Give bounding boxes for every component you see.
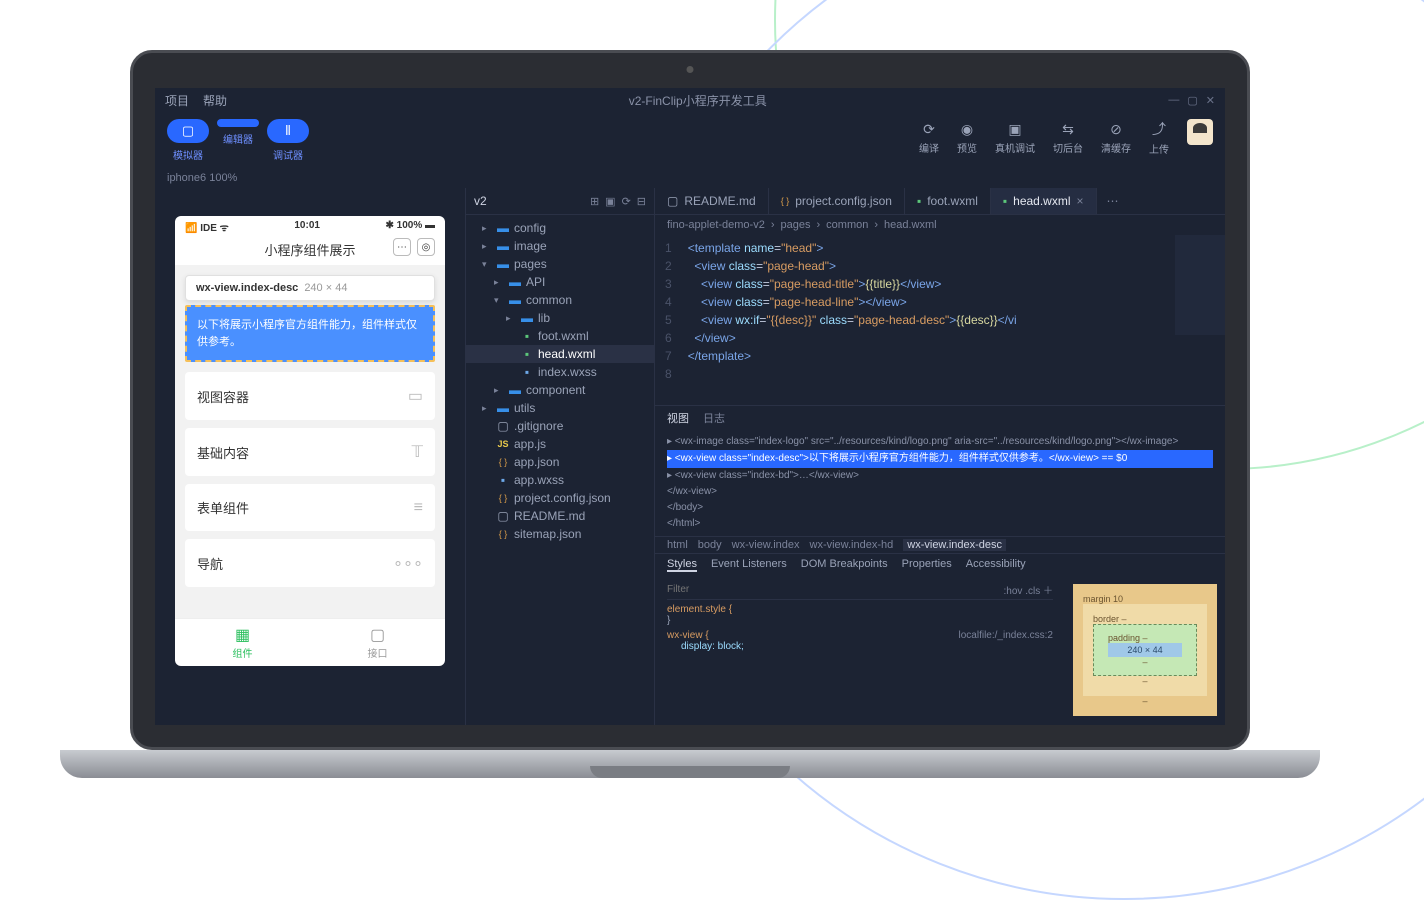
editor-tab[interactable]: ▪head.wxml×: [991, 188, 1097, 214]
editor-tab[interactable]: ▢README.md: [655, 188, 769, 214]
phone-card-2[interactable]: 表单组件≡: [185, 484, 435, 531]
devtools-tab[interactable]: 视图: [667, 410, 689, 426]
dom-inspector[interactable]: ▸ <wx-image class="index-logo" src="../r…: [655, 430, 1225, 536]
phone-tab-api[interactable]: ▢接口: [310, 619, 445, 666]
toolbar-left-0[interactable]: ▢: [167, 119, 209, 143]
tree-item[interactable]: JSapp.js: [466, 435, 654, 453]
tree-item[interactable]: ▸▬config: [466, 219, 654, 237]
breadcrumb: fino-applet-demo-v2›pages›common›head.wx…: [655, 215, 1225, 235]
file-tree[interactable]: ▸▬config▸▬image▾▬pages▸▬API▾▬common▸▬lib…: [466, 215, 654, 547]
new-file-icon[interactable]: ⊞: [590, 195, 599, 208]
phone-card-3[interactable]: 导航∘∘∘: [185, 539, 435, 587]
editor-pane: ▢README.md{ }project.config.json▪foot.wx…: [655, 188, 1225, 725]
tree-item[interactable]: ▸▬lib: [466, 309, 654, 327]
phone-frame: 📶 IDE ᯤ 10:01 ✱ 100% ▬ 小程序组件展示 ⋯ ◎: [175, 216, 445, 666]
devtools-subtab[interactable]: Accessibility: [966, 558, 1026, 572]
status-time: 10:01: [294, 220, 320, 234]
target-icon[interactable]: ◎: [417, 238, 435, 256]
phone-tab-components[interactable]: ▦组件: [175, 619, 310, 666]
tree-item[interactable]: ▸▬component: [466, 381, 654, 399]
tree-root[interactable]: v2: [474, 194, 590, 208]
menu-project[interactable]: 项目: [165, 92, 189, 109]
avatar[interactable]: [1187, 119, 1213, 145]
toolbar-right-5[interactable]: ⤴上传: [1149, 119, 1169, 156]
device-info: iphone6 100%: [155, 168, 1225, 188]
tree-item[interactable]: ▪foot.wxml: [466, 327, 654, 345]
dom-breadcrumb[interactable]: htmlbodywx-view.indexwx-view.index-hdwx-…: [655, 536, 1225, 554]
minimize-icon[interactable]: —: [1168, 94, 1179, 107]
toolbar: ▢模拟器编辑器⫴调试器 ⟳编译◉预览▣真机调试⇆切后台⊘清缓存⤴上传: [155, 113, 1225, 168]
refresh-icon[interactable]: ⟳: [622, 195, 631, 208]
tree-item[interactable]: ▸▬API: [466, 273, 654, 291]
tree-item[interactable]: ▸▬utils: [466, 399, 654, 417]
tree-item[interactable]: ▾▬pages: [466, 255, 654, 273]
toolbar-right-1[interactable]: ◉预览: [957, 121, 977, 155]
devtools: 视图日志 ▸ <wx-image class="index-logo" src=…: [655, 405, 1225, 725]
maximize-icon[interactable]: ▢: [1187, 94, 1197, 107]
devtools-tab[interactable]: 日志: [703, 410, 725, 426]
toolbar-right-3[interactable]: ⇆切后台: [1053, 121, 1083, 155]
new-folder-icon[interactable]: ▣: [605, 195, 615, 208]
toolbar-right-4[interactable]: ⊘清缓存: [1101, 121, 1131, 155]
tree-item[interactable]: ▪index.wxss: [466, 363, 654, 381]
devtools-subtab[interactable]: Styles: [667, 558, 697, 572]
devtools-subtab[interactable]: Event Listeners: [711, 558, 787, 572]
tabs-more-icon[interactable]: ⋯: [1097, 188, 1129, 214]
toolbar-right-2[interactable]: ▣真机调试: [995, 121, 1035, 155]
box-model: margin 10 border – padding – 240 × 44 –: [1065, 576, 1225, 725]
editor-tab[interactable]: { }project.config.json: [769, 188, 905, 214]
window-title: v2-FinClip小程序开发工具: [241, 92, 1154, 109]
status-signal: 📶 IDE ᯤ: [185, 220, 229, 234]
tree-item[interactable]: { }sitemap.json: [466, 525, 654, 543]
editor-tabs: ▢README.md{ }project.config.json▪foot.wx…: [655, 188, 1225, 215]
inspect-tooltip: wx-view.index-desc240 × 44: [185, 275, 435, 301]
ide-screen: 项目 帮助 v2-FinClip小程序开发工具 — ▢ ✕ ▢模拟器编辑器⫴调试…: [155, 88, 1225, 725]
more-icon[interactable]: ⋯: [393, 238, 411, 256]
phone-card-0[interactable]: 视图容器▭: [185, 372, 435, 420]
close-icon[interactable]: ✕: [1206, 94, 1215, 107]
phone-title: 小程序组件展示: [264, 243, 355, 258]
tree-item[interactable]: ▢README.md: [466, 507, 654, 525]
styles-filter-actions[interactable]: :hov .cls ＋: [1004, 582, 1053, 597]
tree-item[interactable]: ▢.gitignore: [466, 417, 654, 435]
tree-item[interactable]: { }project.config.json: [466, 489, 654, 507]
tree-item[interactable]: ▸▬image: [466, 237, 654, 255]
toolbar-left-1[interactable]: [217, 119, 259, 127]
devtools-subtab[interactable]: DOM Breakpoints: [801, 558, 888, 572]
simulator-pane: 📶 IDE ᯤ 10:01 ✱ 100% ▬ 小程序组件展示 ⋯ ◎: [155, 188, 465, 725]
editor-tab[interactable]: ▪foot.wxml: [905, 188, 991, 214]
toolbar-left-2[interactable]: ⫴: [267, 119, 309, 143]
status-battery: ✱ 100% ▬: [385, 220, 435, 234]
laptop-frame: 项目 帮助 v2-FinClip小程序开发工具 — ▢ ✕ ▢模拟器编辑器⫴调试…: [130, 50, 1250, 770]
menu-bar: 项目 帮助 v2-FinClip小程序开发工具 — ▢ ✕: [155, 88, 1225, 113]
tree-item[interactable]: ▪head.wxml: [466, 345, 654, 363]
highlighted-element[interactable]: 以下将展示小程序官方组件能力，组件样式仅供参考。: [185, 305, 435, 362]
tree-item[interactable]: { }app.json: [466, 453, 654, 471]
styles-filter-input[interactable]: [667, 582, 1004, 597]
tree-item[interactable]: ▪app.wxss: [466, 471, 654, 489]
menu-help[interactable]: 帮助: [203, 92, 227, 109]
minimap[interactable]: [1175, 235, 1225, 335]
file-tree-pane: v2 ⊞ ▣ ⟳ ⊟ ▸▬config▸▬image▾▬pages▸▬API▾▬…: [465, 188, 655, 725]
code-editor[interactable]: 12345678 <template name="head"> <view cl…: [655, 235, 1225, 405]
toolbar-right-0[interactable]: ⟳编译: [919, 121, 939, 155]
devtools-subtab[interactable]: Properties: [902, 558, 952, 572]
phone-card-1[interactable]: 基础内容𝕋: [185, 428, 435, 476]
collapse-icon[interactable]: ⊟: [637, 195, 646, 208]
tree-item[interactable]: ▾▬common: [466, 291, 654, 309]
